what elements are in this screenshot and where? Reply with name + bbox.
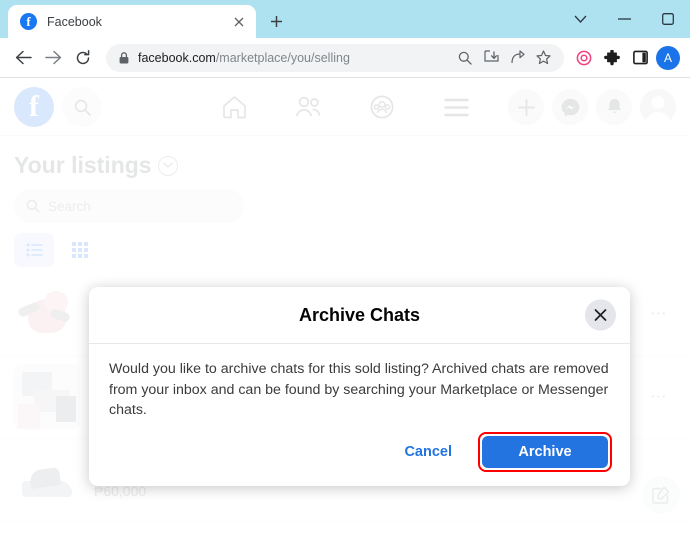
facebook-header-actions: [508, 89, 676, 125]
chevron-down-circle-icon[interactable]: [157, 155, 178, 176]
maximize-icon[interactable]: [646, 2, 690, 36]
cancel-button[interactable]: Cancel: [392, 436, 464, 468]
url-domain: facebook.com: [138, 50, 216, 65]
side-panel-icon[interactable]: [626, 44, 654, 72]
facebook-nav: [211, 87, 479, 127]
archive-button[interactable]: Archive: [482, 436, 608, 468]
notifications-bell-icon[interactable]: [596, 89, 632, 125]
back-button[interactable]: [8, 43, 38, 73]
browser-window: f Facebook facebook.com/marketplace/you/…: [0, 0, 690, 538]
dialog-header: Archive Chats: [89, 287, 630, 344]
search-icon: [26, 199, 40, 213]
record-indicator-icon[interactable]: [570, 44, 598, 72]
share-icon[interactable]: [504, 45, 530, 71]
archive-chats-dialog: Archive Chats Would you like to archive …: [89, 287, 630, 486]
menu-icon[interactable]: [433, 87, 479, 127]
listing-thumbnail: [14, 281, 80, 347]
search-placeholder: Search: [48, 198, 91, 214]
profile-avatar-button[interactable]: A: [656, 45, 680, 70]
search-input[interactable]: Search: [14, 189, 244, 223]
listing-thumbnail: [14, 364, 80, 430]
friends-icon[interactable]: [285, 87, 331, 127]
new-tab-button[interactable]: [262, 7, 290, 35]
extensions-puzzle-icon[interactable]: [598, 44, 626, 72]
browser-tab-facebook[interactable]: f Facebook: [8, 5, 256, 38]
facebook-header: f: [0, 79, 690, 135]
forward-button[interactable]: [38, 43, 68, 73]
archive-button-highlight: Archive: [478, 432, 612, 472]
listing-menu-icon[interactable]: ⋯: [642, 297, 676, 331]
minimize-icon[interactable]: [602, 2, 646, 36]
tab-strip: f Facebook: [0, 0, 690, 38]
dialog-title: Archive Chats: [298, 304, 421, 325]
window-controls: [558, 0, 690, 38]
dialog-body-text: Would you like to archive chats for this…: [109, 361, 609, 419]
url-text: facebook.com/marketplace/you/selling: [138, 51, 350, 65]
chevron-down-icon[interactable]: [558, 2, 602, 36]
reload-button[interactable]: [68, 43, 98, 73]
profile-avatar[interactable]: [640, 89, 676, 125]
page-title: Your listings: [0, 136, 690, 189]
download-icon[interactable]: [478, 45, 504, 71]
home-icon[interactable]: [211, 87, 257, 127]
dialog-actions: Cancel Archive: [392, 432, 612, 472]
search-icon[interactable]: [452, 45, 478, 71]
facebook-logo[interactable]: f: [14, 87, 54, 127]
search-row: Search: [0, 189, 690, 223]
url-path: /marketplace/you/selling: [215, 50, 350, 65]
bookmark-star-icon[interactable]: [530, 45, 556, 71]
grid-view-toggle[interactable]: [60, 233, 100, 267]
listing-menu-icon[interactable]: ⋯: [642, 380, 676, 414]
tab-title: Facebook: [47, 14, 102, 29]
messenger-icon[interactable]: [552, 89, 588, 125]
close-icon[interactable]: [230, 13, 248, 31]
address-bar[interactable]: facebook.com/marketplace/you/selling: [106, 43, 564, 72]
facebook-search-button[interactable]: [62, 87, 102, 127]
plus-icon[interactable]: [508, 89, 544, 125]
list-view-toggle[interactable]: [14, 233, 54, 267]
compose-edit-icon[interactable]: [642, 476, 680, 514]
close-icon[interactable]: [585, 299, 616, 331]
page-title-text: Your listings: [14, 152, 152, 178]
groups-icon[interactable]: [359, 87, 405, 127]
browser-toolbar: facebook.com/marketplace/you/selling A: [0, 38, 690, 78]
extension-icons: A: [570, 44, 682, 72]
facebook-favicon: f: [20, 13, 37, 30]
listing-thumbnail: [14, 447, 80, 513]
page-content: f Your listings Search ⋯ ⋯ ₱60,000 Archi…: [0, 79, 690, 538]
omnibox-icons: [452, 45, 556, 71]
lock-icon: [114, 51, 134, 64]
view-toggles: [0, 223, 690, 273]
